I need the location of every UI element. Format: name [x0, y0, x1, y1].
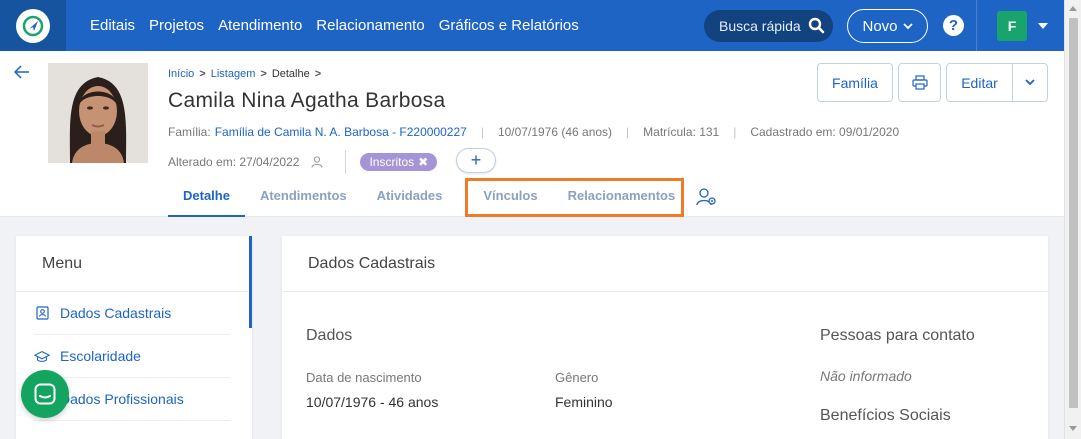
- menu-item-dados-cadastrais[interactable]: Dados Cadastrais: [34, 292, 230, 335]
- id-card-icon: [34, 306, 50, 320]
- familia-button[interactable]: Família: [817, 63, 893, 102]
- person-header: Início > Listagem > Detalhe > Camila Nin…: [0, 51, 1064, 217]
- search-icon[interactable]: [808, 17, 825, 39]
- novo-label: Novo: [862, 17, 898, 35]
- editar-dropdown-button[interactable]: [1012, 63, 1048, 102]
- scroll-down-arrow[interactable]: [1069, 426, 1077, 431]
- tab-atendimentos[interactable]: Atendimentos: [245, 178, 362, 217]
- section-title: Dados Cadastrais: [308, 255, 436, 272]
- chat-button[interactable]: [21, 370, 69, 418]
- user-avatar[interactable]: F: [997, 11, 1027, 41]
- breadcrumb-separator: >: [199, 68, 206, 80]
- detail-tabs: Detalhe Atendimentos Atividades Vínculos…: [168, 178, 690, 217]
- dados-cadastrais-card: Dados Cadastrais Dados Data de nasciment…: [282, 236, 1048, 439]
- nascimento-label: Data de nascimento: [306, 370, 422, 385]
- help-icon[interactable]: ?: [943, 15, 964, 36]
- quick-search[interactable]: Busca rápida: [704, 10, 833, 42]
- logo-icon: [22, 15, 44, 36]
- breadcrumb: Início > Listagem > Detalhe >: [168, 68, 321, 80]
- tag-label: Inscritos: [369, 155, 415, 169]
- breadcrumb-separator: >: [314, 68, 322, 80]
- page-title: Camila Nina Agatha Barbosa: [168, 89, 446, 112]
- novo-button[interactable]: Novo: [847, 9, 928, 43]
- person-meta-secondary: Alterado em: 27/04/2022 Inscritos ✖: [168, 150, 438, 174]
- user-menu-caret-icon[interactable]: [1037, 22, 1049, 30]
- meta-divider: [345, 150, 347, 174]
- birth-date: 10/07/1976 (46 anos): [497, 125, 613, 139]
- beneficios-heading: Benefícios Sociais: [820, 407, 951, 424]
- page-scrollbar[interactable]: [1064, 0, 1081, 439]
- nascimento-value: 10/07/1976 - 46 anos: [306, 394, 439, 410]
- person-meta: Família: Família de Camila N. A. Barbosa…: [168, 125, 900, 139]
- chat-icon: [34, 383, 56, 405]
- matricula: Matrícula: 131: [643, 125, 720, 139]
- nav-item-projetos[interactable]: Projetos: [149, 17, 204, 34]
- tab-detalhe[interactable]: Detalhe: [168, 178, 245, 217]
- chevron-down-icon: [1025, 79, 1035, 86]
- menu-item-label: Dados Profissionais: [60, 391, 184, 407]
- user-icon[interactable]: [311, 156, 323, 168]
- print-button[interactable]: [898, 63, 941, 102]
- alterado-em: Alterado em: 27/04/2022: [168, 155, 300, 169]
- quick-search-label: Busca rápida: [719, 18, 801, 34]
- menu-item-label: Escolaridade: [60, 348, 141, 364]
- familia-label: Família:: [168, 125, 211, 139]
- breadcrumb-inicio[interactable]: Início: [168, 68, 194, 80]
- nav-item-editais[interactable]: Editais: [90, 17, 135, 34]
- nav-divider: [976, 0, 977, 51]
- breadcrumb-separator: >: [260, 68, 267, 80]
- nav-item-relacionamento[interactable]: Relacionamento: [316, 17, 424, 34]
- tab-vinculos[interactable]: Vínculos: [457, 178, 552, 217]
- user-settings-icon[interactable]: [696, 187, 718, 207]
- app-logo[interactable]: [0, 0, 66, 51]
- editar-button[interactable]: Editar: [946, 63, 1013, 102]
- chevron-down-icon: [902, 22, 913, 29]
- nav-item-atendimento[interactable]: Atendimento: [218, 17, 302, 34]
- dados-heading: Dados: [306, 327, 353, 344]
- menu-title: Menu: [42, 255, 83, 272]
- back-arrow-icon[interactable]: [14, 65, 30, 79]
- nav-item-graficos[interactable]: Gráficos e Relatórios: [439, 17, 579, 34]
- scroll-up-arrow[interactable]: [1069, 6, 1077, 11]
- top-navbar: Editais Projetos Atendimento Relacioname…: [0, 0, 1064, 51]
- tab-atividades[interactable]: Atividades: [362, 178, 458, 217]
- scroll-thumb[interactable]: [1069, 18, 1078, 408]
- familia-link[interactable]: Família de Camila N. A. Barbosa - F22000…: [215, 125, 467, 139]
- breadcrumb-listagem[interactable]: Listagem: [211, 68, 256, 80]
- contato-value: Não informado: [820, 368, 912, 384]
- menu-item-escolaridade[interactable]: Escolaridade: [34, 335, 230, 378]
- printer-icon: [911, 75, 928, 90]
- menu-scroll-indicator: [249, 236, 252, 328]
- tab-relacionamentos[interactable]: Relacionamentos: [553, 178, 691, 217]
- genero-value: Feminino: [555, 394, 613, 410]
- graduation-cap-icon: [34, 350, 50, 363]
- contato-heading: Pessoas para contato: [820, 327, 975, 344]
- cadastrado-em: Cadastrado em: 09/01/2020: [750, 125, 900, 139]
- profile-photo: [48, 63, 148, 163]
- breadcrumb-detalhe: Detalhe: [271, 68, 310, 80]
- tag-inscritos[interactable]: Inscritos ✖: [360, 153, 438, 171]
- menu-item-label: Dados Cadastrais: [60, 305, 172, 321]
- genero-label: Gênero: [555, 370, 599, 385]
- add-tag-button[interactable]: +: [456, 148, 496, 173]
- tag-remove-icon[interactable]: ✖: [418, 155, 428, 169]
